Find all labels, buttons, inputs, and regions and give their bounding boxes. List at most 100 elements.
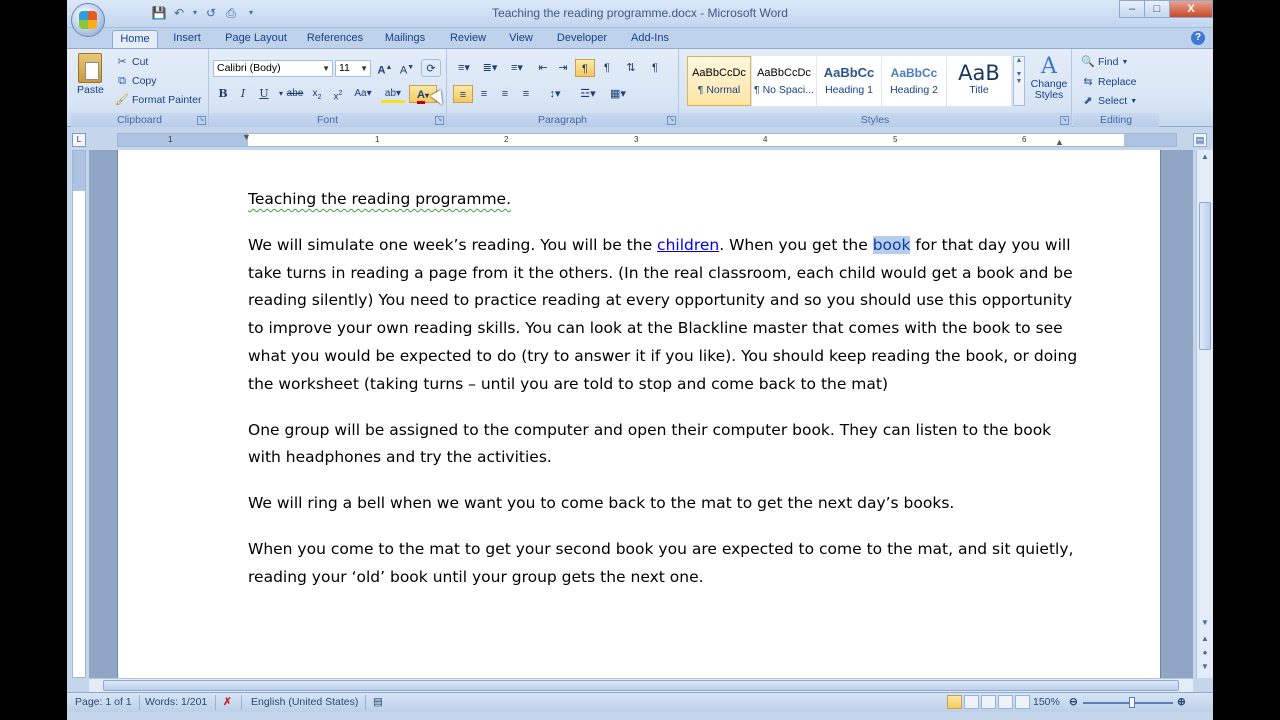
view-ruler-icon[interactable]: ▤ [1193,133,1207,147]
copy-button[interactable]: ⧉ Copy [115,74,156,88]
justify-icon[interactable]: ≡ [516,85,536,103]
cut-button[interactable]: ✂ Cut [115,55,148,69]
decrease-indent-icon[interactable]: ⇤ [533,59,553,77]
borders-icon[interactable]: ▦▾ [605,85,631,103]
change-styles-button[interactable]: A Change Styles [1029,55,1069,101]
proofing-icon[interactable]: ✗ [223,696,232,708]
tab-insert[interactable]: Insert [167,30,207,48]
help-icon[interactable]: ? [1191,31,1205,45]
paragraph-dialog-launcher-icon[interactable]: ↘ [667,116,676,125]
find-button[interactable]: 🔍 Find ▼ [1081,55,1128,69]
document-heading: Teaching the reading programme. [248,186,1078,214]
scroll-up-icon[interactable]: ▲ [1199,152,1211,164]
clear-formatting-icon[interactable]: ⟳ [421,59,441,77]
vertical-scrollbar[interactable]: ▲ ▼ ▲ ● ▼ [1196,150,1213,678]
tab-home[interactable]: Home [112,30,158,48]
superscript-button[interactable]: x2 [328,85,348,103]
indent-marker-icon[interactable]: ▼ [242,132,251,142]
shrink-font-icon[interactable]: A▼ [397,59,417,77]
maximize-button[interactable]: □ [1144,0,1170,18]
zoom-out-icon[interactable]: ⊖ [1069,696,1078,708]
word-count[interactable]: Words: 1/201 [145,696,207,708]
horizontal-scrollbar[interactable] [89,678,1193,692]
line-spacing-icon[interactable]: ↕▾ [543,85,567,103]
tab-references[interactable]: References [303,30,367,48]
tab-add-ins[interactable]: Add-Ins [627,30,673,48]
replace-button[interactable]: ⇆ Replace [1081,75,1136,89]
clipboard-dialog-launcher-icon[interactable]: ↘ [197,116,206,125]
format-painter-button[interactable]: 🖌 Format Painter [115,93,201,107]
minimize-button[interactable]: – [1119,0,1145,18]
zoom-slider-thumb[interactable] [1129,697,1135,708]
language[interactable]: English (United States) [251,696,358,708]
font-name-combo[interactable]: Calibri (Body) ▼ [213,60,333,77]
replace-icon: ⇆ [1083,76,1093,88]
zoom-level[interactable]: 150% [1033,696,1060,708]
style-title[interactable]: AaB Title [947,56,1011,106]
align-left-icon[interactable]: ≡ [453,85,473,103]
styles-gallery-scroll[interactable]: ▲ ▼ ▼ [1013,56,1025,106]
select-browse-object-icon[interactable]: ● [1199,648,1211,660]
print-layout-view-icon[interactable] [947,695,962,709]
tab-page-layout[interactable]: Page Layout [223,30,289,48]
align-center-icon[interactable]: ≡ [474,85,494,103]
right-indent-marker-icon[interactable]: ▲ [1055,137,1064,147]
grow-font-icon[interactable]: A▲ [375,59,395,77]
web-layout-view-icon[interactable] [981,695,996,709]
numbering-icon[interactable]: ≣▾ [479,59,501,77]
scroll-thumb[interactable] [1199,202,1211,350]
macro-recording-icon[interactable]: ▤ [373,696,383,708]
increase-indent-icon[interactable]: ⇥ [553,59,573,77]
multilevel-list-icon[interactable]: ≡▾ [505,59,529,77]
children-hyperlink[interactable]: children [657,236,719,254]
subscript-button[interactable]: x2 [307,85,327,103]
close-button[interactable]: X [1169,0,1213,18]
ruler-number: 3 [634,135,639,144]
office-button[interactable] [71,3,105,37]
scroll-thumb[interactable] [103,680,1179,691]
style-normal[interactable]: AaBbCcDc ¶ Normal [687,56,751,106]
strikethrough-button[interactable]: abe [285,85,305,103]
rtl-paragraph-icon[interactable]: ¶ [597,59,617,77]
align-right-icon[interactable]: ≡ [495,85,515,103]
shading-icon[interactable]: ☲▾ [575,85,601,103]
next-page-icon[interactable]: ▼ [1199,662,1211,674]
vertical-ruler[interactable] [72,150,86,678]
draft-view-icon[interactable] [1015,695,1030,709]
tab-selector-icon[interactable]: L [72,133,86,147]
change-case-button[interactable]: Aa▾ [350,85,376,103]
style-heading-2[interactable]: AaBbCc Heading 2 [882,56,946,106]
style-heading-1[interactable]: AaBbCc Heading 1 [817,56,881,106]
zoom-in-icon[interactable]: ⊕ [1177,696,1186,708]
font-size-combo[interactable]: 11 ▼ [335,60,371,77]
highlight-button[interactable]: ab▾ [381,85,405,103]
scroll-down-icon[interactable]: ▼ [1199,618,1211,630]
full-screen-reading-view-icon[interactable] [964,695,979,709]
page[interactable]: Teaching the reading programme. We will … [117,150,1161,678]
font-dialog-launcher-icon[interactable]: ↘ [435,116,444,125]
style-no-spacing[interactable]: AaBbCcDc ¶ No Spaci... [752,56,816,106]
paste-button[interactable]: Paste [77,53,104,96]
styles-dialog-launcher-icon[interactable]: ↘ [1060,116,1069,125]
style-name: ¶ No Spaci... [754,84,814,96]
show-hide-formatting-icon[interactable]: ¶ [645,59,665,77]
select-button[interactable]: ⬈ Select ▼ [1081,94,1137,108]
bullets-icon[interactable]: ≡▾ [453,59,475,77]
tab-mailings[interactable]: Mailings [380,30,430,48]
font-name-value: Calibri (Body) [217,62,281,74]
outline-view-icon[interactable] [998,695,1013,709]
bold-button[interactable]: B [213,85,233,103]
tab-developer[interactable]: Developer [552,30,612,48]
tab-view[interactable]: View [504,30,538,48]
previous-page-icon[interactable]: ▲ [1199,634,1211,646]
italic-button[interactable]: I [233,85,253,103]
page-count[interactable]: Page: 1 of 1 [75,696,132,708]
zoom-slider[interactable] [1083,702,1173,704]
selected-text[interactable]: book [872,235,911,254]
ltr-paragraph-icon[interactable]: ¶ [575,59,595,77]
document-body[interactable]: Teaching the reading programme. We will … [248,186,1078,610]
scissors-icon: ✂ [117,56,127,68]
tab-review[interactable]: Review [447,30,489,48]
sort-icon[interactable]: ⇅ [621,59,641,77]
horizontal-ruler[interactable]: 1 1 2 3 4 5 6 ▼ ▲ [117,132,1177,147]
